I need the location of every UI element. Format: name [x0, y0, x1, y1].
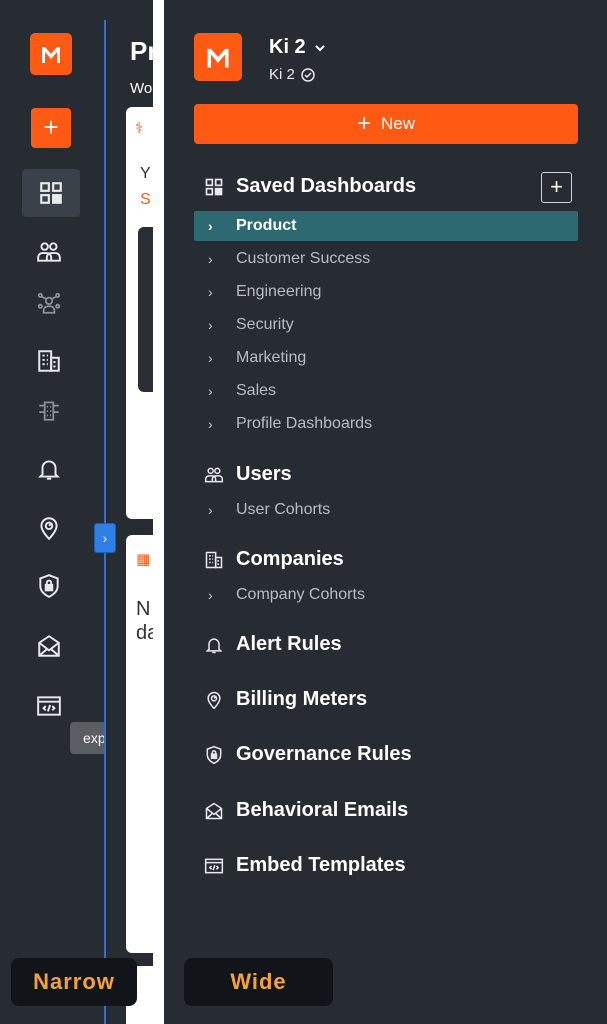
section-label: Billing Meters [236, 688, 368, 710]
section-label: Embed Templates [236, 854, 406, 876]
bar-chart-icon: ▦ [136, 551, 151, 568]
company-cohorts-icon[interactable] [35, 396, 63, 424]
embed-template-icon [204, 858, 224, 873]
section-label: Users [236, 463, 292, 485]
wide-label: Wide [184, 958, 333, 1006]
sidebar-item-profile-dashboards[interactable]: › Profile Dashboards [194, 409, 578, 439]
sidebar-item-label: Customer Success [236, 250, 371, 267]
email-icon [205, 802, 223, 819]
section-label: Governance Rules [236, 743, 412, 765]
section-companies[interactable]: Companies [204, 548, 344, 571]
billing-meter-icon [207, 691, 221, 709]
workspace-sub-name: Ki 2 [269, 66, 295, 83]
card-text: Y [140, 165, 151, 182]
new-button-compact[interactable]: + [31, 108, 71, 148]
chevron-right-icon: › [208, 218, 213, 234]
workspace-sub: Ki 2 [269, 66, 315, 83]
add-dashboard-button[interactable]: + [541, 172, 572, 203]
section-embed-templates[interactable]: Embed Templates [204, 854, 406, 877]
embed-template-icon[interactable] [35, 692, 63, 720]
sidebar-item-marketing[interactable]: › Marketing [194, 343, 578, 373]
section-label: Alert Rules [236, 633, 342, 655]
workspace-switcher[interactable]: Ki 2 [269, 36, 326, 59]
card-text: N da [136, 597, 153, 645]
dashboard-card: ⚕ Y S [126, 107, 153, 519]
logo-icon[interactable] [194, 33, 242, 81]
sidebar-item-label: User Cohorts [236, 501, 331, 518]
page-subtitle: Wo [130, 80, 153, 97]
section-saved-dashboards[interactable]: Saved Dashboards [204, 175, 416, 198]
chevron-right-icon: › [208, 251, 213, 267]
users-icon [204, 467, 224, 482]
new-button[interactable]: + New [194, 104, 578, 144]
bell-icon[interactable] [35, 455, 63, 483]
sidebar-item-engineering[interactable]: › Engineering [194, 277, 578, 307]
sidebar-item-label: Sales [236, 382, 277, 399]
section-alert-rules[interactable]: Alert Rules [204, 633, 342, 656]
chevron-down-icon [314, 44, 325, 51]
card-icon: ⚕ [135, 120, 144, 137]
sidebar-item-label: Product [236, 217, 297, 234]
sidebar-item-label: Company Cohorts [236, 586, 365, 603]
card-text-line: N [136, 598, 151, 620]
sidebar-resize-handle[interactable] [104, 20, 106, 1024]
users-icon[interactable] [35, 238, 63, 266]
chevron-right-icon: › [208, 416, 213, 432]
sidebar-item-sales[interactable]: › Sales [194, 376, 578, 406]
sidebar-item-product[interactable]: › Product [194, 211, 578, 241]
logo-icon[interactable] [30, 33, 72, 75]
section-label: Behavioral Emails [236, 799, 409, 821]
expand-toggle-button[interactable]: › [94, 523, 116, 553]
chevron-right-icon: › [208, 383, 213, 399]
narrow-sidebar-rail: + expand [0, 0, 142, 1024]
section-users[interactable]: Users [204, 463, 292, 486]
bell-icon [205, 637, 223, 653]
sidebar-item-security[interactable]: › Security [194, 310, 578, 340]
section-behavioral-emails[interactable]: Behavioral Emails [204, 799, 408, 822]
billing-meter-icon[interactable] [35, 514, 63, 542]
governance-shield-icon[interactable] [35, 572, 63, 600]
companies-icon[interactable] [35, 347, 63, 375]
verified-icon [301, 67, 315, 82]
section-governance-rules[interactable]: Governance Rules [204, 743, 412, 766]
governance-shield-icon [206, 745, 222, 764]
section-billing-meters[interactable]: Billing Meters [204, 688, 367, 711]
sidebar-item-label: Marketing [236, 349, 307, 366]
user-cohorts-icon[interactable] [35, 289, 63, 317]
wide-sidebar: Ki 2 Ki 2 + New Saved Dashboards + › Pro… [164, 0, 607, 1024]
email-icon[interactable] [35, 632, 63, 660]
sidebar-item-label: Security [236, 316, 294, 333]
section-label: Saved Dashboards [236, 175, 417, 197]
dashboard-card: ▦ N da [126, 535, 153, 953]
chevron-right-icon: › [208, 284, 213, 300]
page-title: Pr [130, 36, 153, 66]
sidebar-item-customer-success[interactable]: › Customer Success [194, 244, 578, 274]
narrow-label: Narrow [11, 958, 137, 1006]
narrow-panel: + expand Pr [0, 0, 153, 1024]
workspace-name: Ki 2 [269, 36, 306, 58]
plus-icon: + [356, 110, 371, 137]
card-text-line: da [136, 622, 153, 644]
card-preview [138, 227, 153, 392]
sidebar-item-label: Profile Dashboards [236, 415, 373, 432]
card-link[interactable]: S [140, 191, 151, 209]
chevron-right-icon: › [208, 317, 213, 333]
narrow-main-content: Pr Wo ⚕ Y S ▦ N da [106, 0, 153, 1024]
dashboard-icon[interactable] [22, 169, 80, 217]
sidebar-item-user-cohorts[interactable]: › User Cohorts [194, 495, 578, 525]
chevron-right-icon: › [208, 350, 213, 366]
chevron-right-icon: › [208, 587, 213, 603]
dashboard-icon [205, 178, 223, 195]
section-label: Companies [236, 548, 344, 570]
sidebar-item-label: Engineering [236, 283, 322, 300]
sidebar-item-company-cohorts[interactable]: › Company Cohorts [194, 580, 578, 610]
chevron-right-icon: › [208, 502, 213, 518]
companies-icon [205, 551, 223, 568]
new-button-label: New [381, 114, 416, 133]
